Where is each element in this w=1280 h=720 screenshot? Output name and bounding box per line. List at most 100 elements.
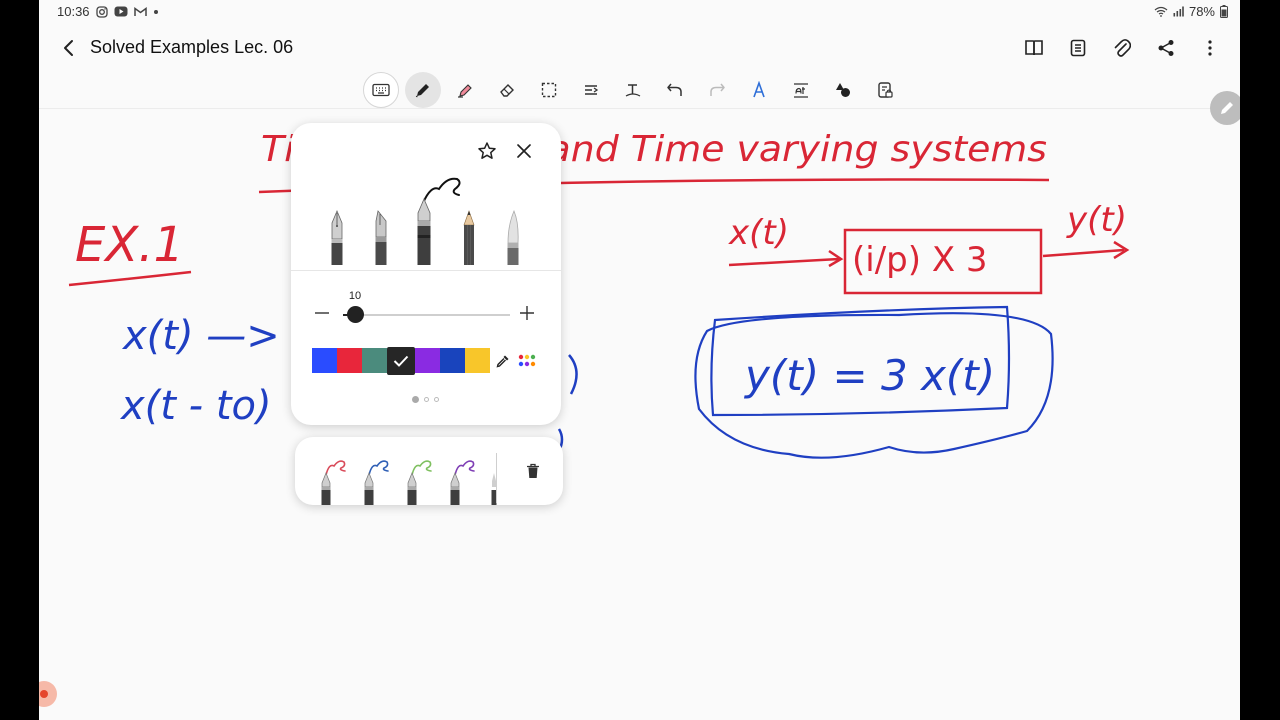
share-icon [1158, 40, 1174, 56]
favorite-pen[interactable] [448, 457, 478, 505]
drawing-toolbar [363, 72, 903, 108]
more-options-button[interactable] [1194, 32, 1226, 64]
output-label-ink: y(t) [1066, 200, 1127, 240]
color-swatch[interactable] [362, 348, 387, 373]
pen-icon [415, 84, 429, 98]
shape-tool-button[interactable] [573, 72, 609, 108]
example-label-ink: EX.1 [75, 217, 184, 273]
header-actions [1018, 32, 1226, 64]
keyboard-button[interactable] [363, 72, 399, 108]
favorite-pen[interactable] [319, 457, 349, 505]
pen-tool-button[interactable] [405, 72, 441, 108]
undo-icon [667, 83, 682, 96]
eraser-icon [500, 84, 514, 97]
color-swatch[interactable] [312, 348, 337, 373]
more-colors-button[interactable] [515, 348, 540, 373]
back-button[interactable] [53, 32, 85, 64]
gmail-icon [133, 6, 147, 17]
pen-settings-popup: 10 [291, 123, 561, 425]
redo-button[interactable] [699, 72, 735, 108]
eyedropper-button[interactable] [490, 348, 515, 373]
highlighter-icon [458, 84, 472, 98]
attach-button[interactable] [1106, 32, 1138, 64]
page-list-icon [1070, 39, 1086, 57]
page-dot[interactable] [424, 397, 429, 402]
color-swatch[interactable] [387, 346, 415, 375]
undo-button[interactable] [657, 72, 693, 108]
book-view-button[interactable] [1018, 32, 1050, 64]
book-view-icon [1025, 40, 1043, 56]
highlighter-tool-button[interactable] [447, 72, 483, 108]
eraser-tool-button[interactable] [489, 72, 525, 108]
attach-icon [1114, 39, 1131, 57]
text-icon [625, 84, 641, 97]
favorite-pen[interactable] [362, 457, 392, 505]
close-icon [517, 144, 531, 158]
battery-icon [1220, 5, 1228, 18]
share-button[interactable] [1150, 32, 1182, 64]
app-header: Solved Examples Lec. 06 [39, 24, 1240, 72]
pen-fountain[interactable] [329, 209, 345, 270]
note-canvas[interactable]: Time Invariant and Time varying systems … [39, 109, 1240, 720]
favorite-pen-icon [407, 460, 432, 505]
calligraphy-pen-icon [375, 210, 387, 265]
input-label-ink: x(t) [728, 213, 789, 253]
size-slider-track[interactable] [343, 314, 510, 316]
favorite-pen-icon [450, 460, 475, 505]
input-arrow [728, 257, 840, 267]
trash-icon [527, 463, 539, 478]
text-convert-button[interactable] [783, 72, 819, 108]
lasso-select-button[interactable] [531, 72, 567, 108]
floating-pen-button[interactable] [1210, 91, 1240, 125]
favorite-pens-strip [295, 437, 563, 505]
color-swatch[interactable] [465, 348, 490, 373]
instagram-icon [95, 5, 108, 18]
pen-pencil[interactable] [461, 209, 477, 270]
size-decrease-button[interactable] [313, 304, 331, 322]
size-slider-thumb[interactable] [346, 306, 364, 323]
color-swatch[interactable] [440, 348, 465, 373]
page-title: Solved Examples Lec. 06 [90, 37, 294, 57]
insert-shapes-button[interactable] [825, 72, 861, 108]
page-list-button[interactable] [1062, 32, 1094, 64]
lasso-select-icon [541, 82, 557, 98]
wifi-icon [1154, 6, 1168, 17]
notification-dot-icon [153, 9, 159, 15]
minus-icon [315, 312, 329, 314]
favorite-pen[interactable] [405, 457, 435, 505]
eyedropper-icon [496, 355, 508, 367]
favorite-pen-icon [364, 460, 389, 505]
line2-ink: x(t - to) [119, 383, 272, 429]
favorite-pen-icon [321, 460, 346, 505]
pen-fineliner-selected[interactable] [417, 173, 465, 270]
page-dot[interactable] [434, 397, 439, 402]
close-popup-button[interactable] [511, 138, 537, 164]
status-right: 78% [1154, 4, 1228, 19]
add-favorite-button[interactable] [474, 138, 500, 164]
color-swatch[interactable] [415, 348, 440, 373]
read-only-icon [878, 82, 893, 98]
color-swatches [312, 346, 540, 375]
chevron-left-icon [64, 40, 73, 56]
ink-to-text-icon [753, 81, 765, 98]
size-value: 10 [348, 290, 362, 302]
record-icon [40, 690, 48, 698]
color-swatch[interactable] [337, 348, 362, 373]
redo-icon [710, 83, 725, 96]
delete-favorite-button[interactable] [523, 461, 543, 481]
size-increase-button[interactable] [518, 304, 536, 322]
read-only-button[interactable] [867, 72, 903, 108]
status-left: 10:36 [57, 4, 159, 19]
page-dot[interactable] [412, 396, 419, 403]
pen-calligraphy[interactable] [373, 209, 389, 270]
popup-page-indicator [412, 396, 439, 403]
ink-to-text-button[interactable] [741, 72, 777, 108]
equation-ink: y(t) = 3 x(t) [743, 351, 995, 400]
pen-brush[interactable] [505, 209, 521, 270]
check-icon [393, 355, 409, 367]
brush-pen-icon [507, 209, 519, 265]
star-icon [478, 142, 496, 159]
text-convert-icon [794, 83, 808, 98]
fineliner-pen-icon [417, 177, 461, 265]
text-tool-button[interactable] [615, 72, 651, 108]
